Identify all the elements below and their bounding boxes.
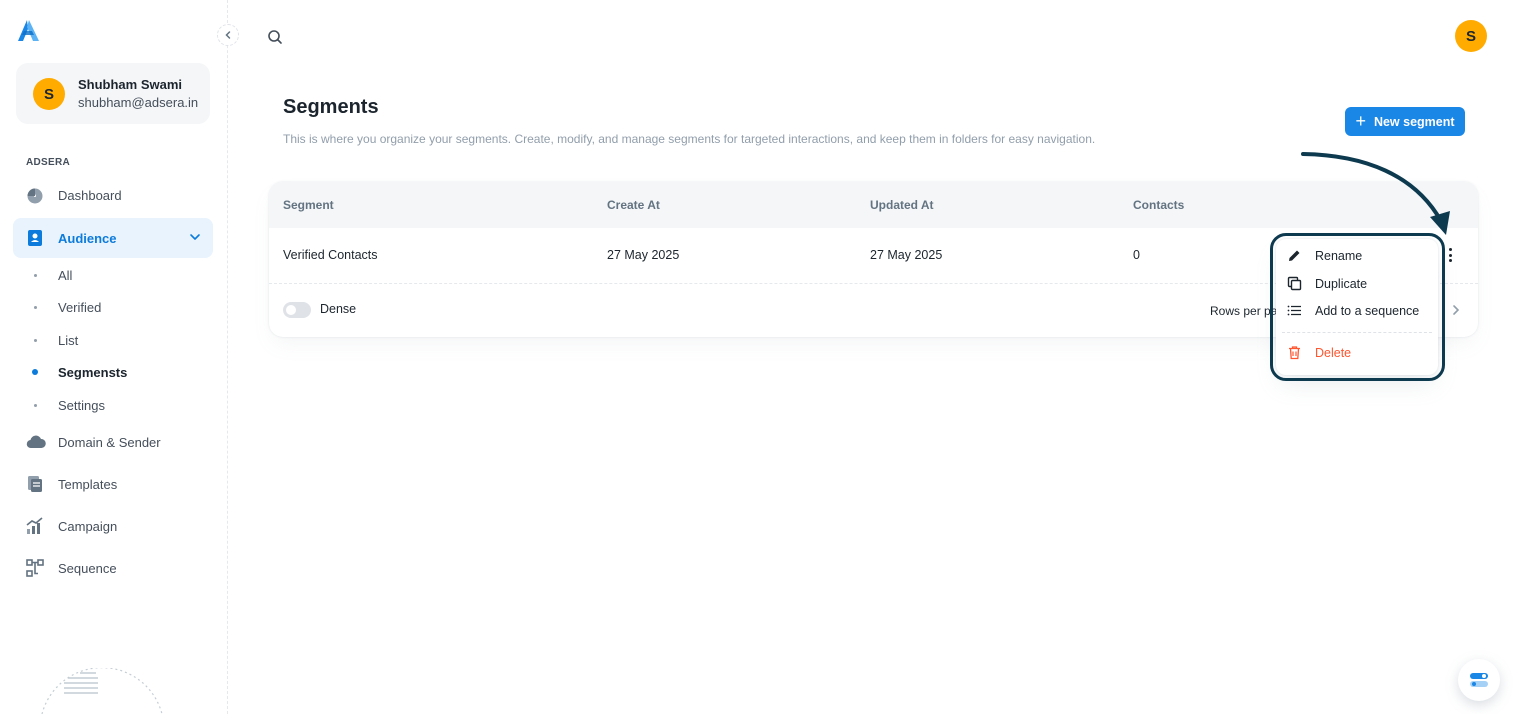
menu-item-add-to-sequence[interactable]: Add to a sequence bbox=[1282, 298, 1432, 324]
page-title: Segments bbox=[283, 96, 379, 118]
more-options-icon[interactable] bbox=[1441, 244, 1459, 266]
sidebar-item-sequence[interactable]: Sequence bbox=[13, 548, 213, 588]
bullet-icon bbox=[34, 403, 37, 407]
dashboard-gauge-icon bbox=[26, 186, 44, 204]
menu-item-label: Duplicate bbox=[1315, 277, 1368, 291]
rows-per-page-label: Rows per pa bbox=[1210, 304, 1278, 318]
user-name: Shubham Swami bbox=[78, 77, 183, 92]
chevron-right-icon bbox=[1453, 305, 1460, 315]
subitem-label: Settings bbox=[58, 397, 105, 413]
trash-icon bbox=[1287, 345, 1302, 360]
sidebar-subitem-all[interactable]: All bbox=[30, 263, 72, 287]
subitem-label: Verified bbox=[58, 299, 102, 315]
toggle-knob bbox=[286, 305, 296, 315]
cell-created: 27 May 2025 bbox=[607, 248, 680, 262]
avatar: S bbox=[33, 78, 65, 110]
sidebar-item-audience[interactable]: Audience bbox=[13, 218, 213, 258]
subitem-label: Segmensts bbox=[58, 364, 128, 380]
pencil-icon bbox=[1287, 248, 1302, 263]
sidebar-item-label: Dashboard bbox=[58, 187, 122, 203]
subitem-label: All bbox=[58, 267, 73, 283]
bullet-icon bbox=[34, 273, 37, 277]
sidebar-subitem-verified[interactable]: Verified bbox=[30, 295, 101, 319]
sidebar-item-campaign[interactable]: Campaign bbox=[13, 506, 213, 546]
sidebar-subitem-segments[interactable]: Segmensts bbox=[30, 360, 127, 384]
annotation-arrow-icon bbox=[1301, 152, 1450, 235]
new-segment-button[interactable]: + New segment bbox=[1345, 107, 1465, 136]
sidebar-collapse-button[interactable] bbox=[217, 24, 239, 46]
bullet-icon bbox=[32, 369, 38, 375]
sidebar-item-label: Sequence bbox=[58, 560, 117, 576]
sidebar-item-label: Domain & Sender bbox=[58, 434, 161, 450]
column-header-updated[interactable]: Updated At bbox=[870, 198, 934, 212]
sidebar-subitem-list[interactable]: List bbox=[30, 328, 78, 352]
row-actions-menu: Rename Duplicate Add to a sequence Delet… bbox=[1276, 239, 1438, 375]
sidebar-subitem-settings[interactable]: Settings bbox=[30, 393, 105, 417]
list-icon bbox=[1287, 303, 1302, 318]
bullet-icon bbox=[34, 305, 37, 309]
user-email: shubham@adsera.in bbox=[78, 95, 199, 110]
menu-item-label: Delete bbox=[1315, 346, 1352, 360]
menu-item-rename[interactable]: Rename bbox=[1282, 243, 1432, 269]
nav-section-label: ADSERA bbox=[26, 157, 71, 168]
toggle-settings-icon bbox=[1470, 673, 1488, 687]
page-description: This is where you organize your segments… bbox=[283, 132, 1096, 146]
settings-toggle-button[interactable] bbox=[1458, 659, 1500, 701]
subitem-label: List bbox=[58, 332, 79, 348]
sidebar-item-label: Campaign bbox=[58, 518, 118, 534]
account-avatar-button[interactable]: S bbox=[1455, 20, 1487, 52]
plus-icon: + bbox=[1355, 110, 1366, 131]
chevron-left-icon bbox=[225, 31, 231, 39]
sidebar-item-dashboard[interactable]: Dashboard bbox=[13, 175, 213, 215]
menu-item-label: Add to a sequence bbox=[1315, 304, 1420, 318]
audience-contact-icon bbox=[26, 229, 44, 247]
cell-contacts: 0 bbox=[1133, 248, 1140, 262]
dense-label: Dense bbox=[320, 302, 357, 316]
upgrade-illustration bbox=[40, 667, 170, 714]
menu-item-label: Rename bbox=[1315, 249, 1363, 263]
user-card[interactable]: S Shubham Swami shubham@adsera.in bbox=[16, 63, 210, 124]
adsera-logo-icon[interactable] bbox=[15, 18, 41, 44]
dense-toggle[interactable] bbox=[283, 302, 311, 318]
column-header-segment[interactable]: Segment bbox=[283, 198, 334, 212]
templates-icon bbox=[26, 475, 44, 493]
sidebar-item-domain-sender[interactable]: Domain & Sender bbox=[13, 422, 213, 462]
cell-segment: Verified Contacts bbox=[283, 248, 378, 262]
sidebar-item-templates[interactable]: Templates bbox=[13, 464, 213, 504]
new-segment-label: New segment bbox=[1373, 114, 1455, 129]
sequence-flow-icon bbox=[26, 559, 44, 577]
chevron-down-icon bbox=[188, 230, 202, 244]
bullet-icon bbox=[34, 338, 37, 342]
copy-icon bbox=[1287, 276, 1302, 291]
search-icon bbox=[268, 30, 282, 44]
campaign-chart-icon bbox=[26, 517, 44, 535]
column-header-created[interactable]: Create At bbox=[607, 198, 660, 212]
cloud-icon bbox=[26, 433, 46, 451]
menu-divider bbox=[1282, 332, 1432, 333]
menu-item-duplicate[interactable]: Duplicate bbox=[1282, 271, 1432, 297]
search-button[interactable] bbox=[266, 28, 284, 46]
sidebar-item-label: Templates bbox=[58, 476, 118, 492]
column-header-contacts[interactable]: Contacts bbox=[1133, 198, 1184, 212]
sidebar-item-label: Audience bbox=[58, 230, 117, 246]
next-page-button[interactable] bbox=[1449, 303, 1463, 317]
cell-updated: 27 May 2025 bbox=[870, 248, 943, 262]
menu-item-delete[interactable]: Delete bbox=[1282, 340, 1432, 366]
app-root: S Shubham Swami shubham@adsera.in ADSERA… bbox=[0, 0, 1520, 714]
sidebar: S Shubham Swami shubham@adsera.in ADSERA… bbox=[0, 0, 228, 714]
